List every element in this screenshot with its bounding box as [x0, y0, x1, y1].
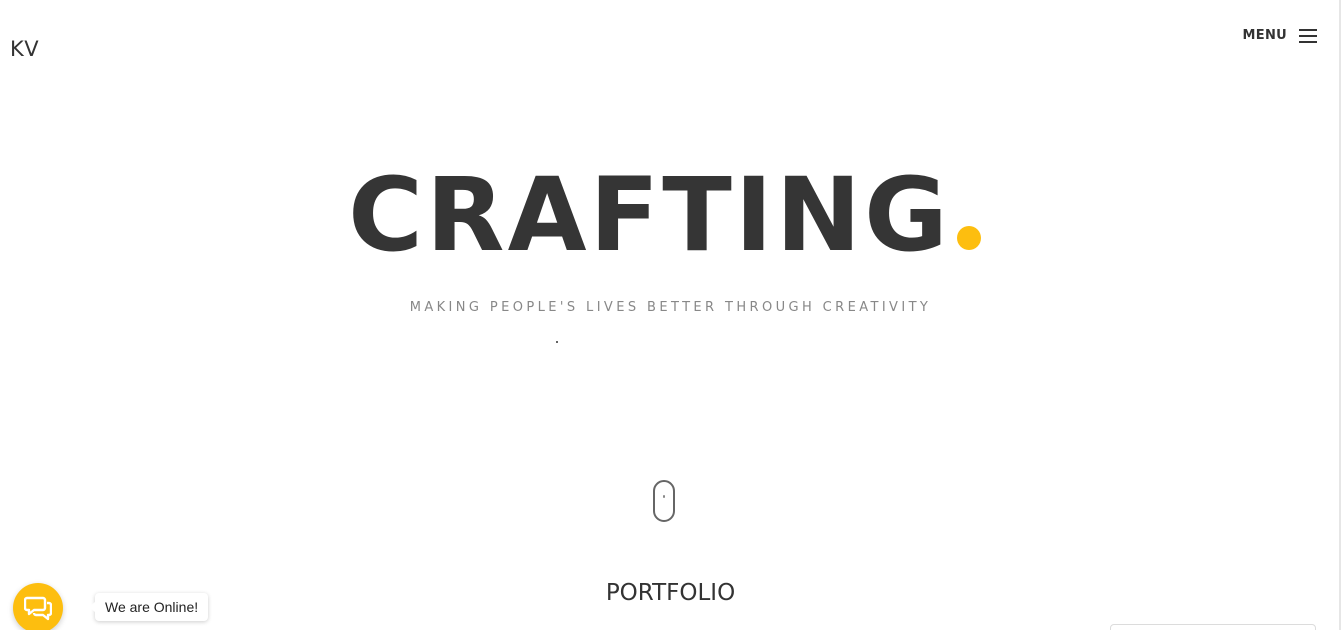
- page: KV MENU CRAFTING MAKING PEOPLE'S LIVES B…: [0, 0, 1341, 630]
- site-logo[interactable]: KV: [10, 37, 39, 61]
- hero-title: CRAFTING: [348, 159, 981, 272]
- accent-dot: [956, 226, 981, 250]
- menu-label: MENU: [1242, 28, 1287, 43]
- chat-status-bubble[interactable]: We are Online!: [88, 593, 209, 621]
- menu-button[interactable]: MENU: [1243, 28, 1317, 43]
- mouse-wheel: [663, 495, 665, 498]
- hero-title-text: CRAFTING: [348, 156, 951, 275]
- hero-section: CRAFTING: [0, 159, 1341, 272]
- hamburger-icon: [1299, 28, 1317, 43]
- chat-status-text: We are Online!: [105, 599, 199, 615]
- hero-tagline: MAKING PEOPLE'S LIVES BETTER THROUGH CRE…: [409, 300, 932, 315]
- decorative-dot: [556, 341, 558, 343]
- chat-button[interactable]: [13, 583, 63, 630]
- chat-bubbles-icon: [24, 596, 52, 621]
- corner-widget[interactable]: [1110, 624, 1316, 630]
- mouse-scroll-icon[interactable]: [653, 480, 675, 522]
